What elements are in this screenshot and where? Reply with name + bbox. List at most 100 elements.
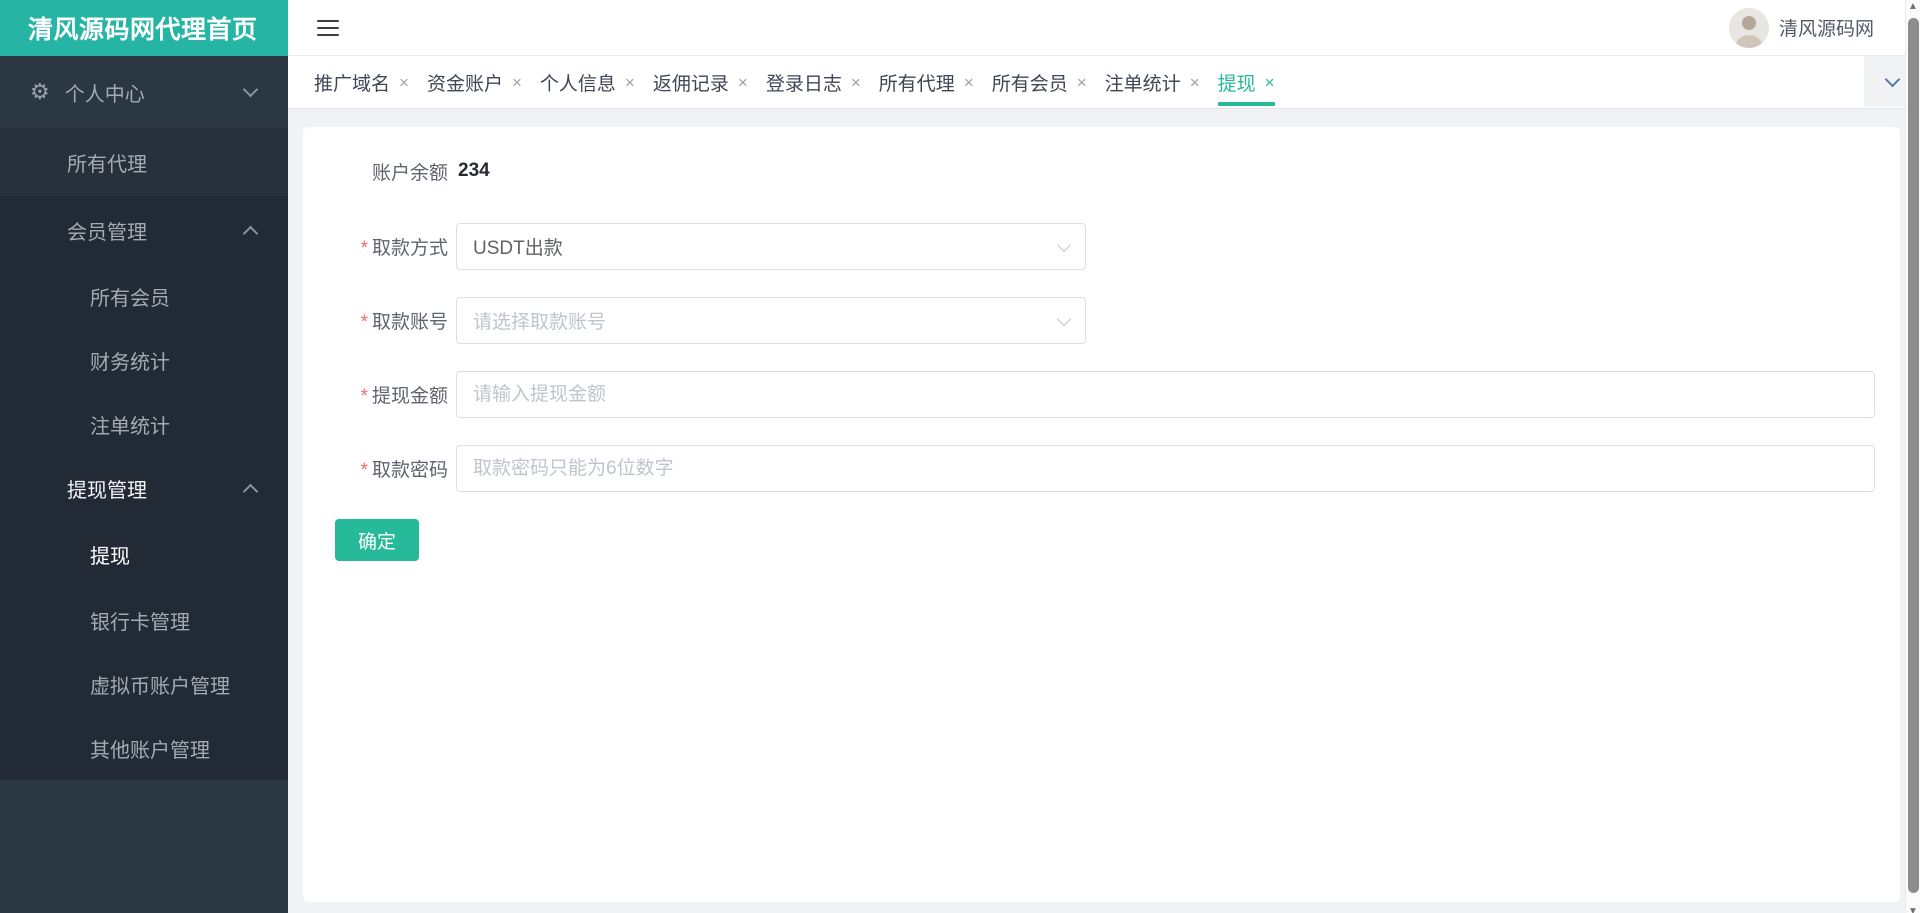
withdraw-password-input[interactable] <box>473 457 1858 480</box>
sidebar-item-withdraw[interactable]: 提现 <box>0 520 288 588</box>
tab-fund-account[interactable]: 资金账户 × <box>419 56 530 108</box>
avatar[interactable] <box>1728 7 1769 48</box>
balance-value: 234 <box>458 160 490 181</box>
withdraw-account-row: * 取款账号 请选择取款账号 <box>327 297 1875 344</box>
chevron-down-icon <box>1056 237 1072 252</box>
field-label: * 取款密码 <box>360 460 448 481</box>
tab-label: 返佣记录 <box>652 73 729 95</box>
sidebar-item-finance-stats[interactable]: 财务统计 <box>0 328 288 392</box>
top-header: 清风源码网 <box>288 0 1920 56</box>
withdraw-amount-input[interactable] <box>473 383 1858 406</box>
tab-withdraw[interactable]: 提现 × <box>1210 56 1283 108</box>
close-icon[interactable]: × <box>1190 74 1200 91</box>
withdraw-method-select[interactable]: USDT出款 <box>456 223 1086 270</box>
tab-label: 个人信息 <box>539 73 616 95</box>
tab-rebate-records[interactable]: 返佣记录 × <box>645 56 756 108</box>
logo-title[interactable]: 清风源码网代理首页 <box>0 0 288 56</box>
balance-row: 账户余额 234 <box>327 157 1875 185</box>
sidebar-item-label: 所有会员 <box>90 287 170 310</box>
sidebar-item-crypto-account-management[interactable]: 虚拟币账户管理 <box>0 652 288 716</box>
sidebar-item-bet-stats[interactable]: 注单统计 <box>0 392 288 456</box>
scrollbar-thumb[interactable] <box>1908 18 1919 893</box>
sidebar-item-bank-card-management[interactable]: 银行卡管理 <box>0 588 288 652</box>
tab-label: 所有会员 <box>991 73 1068 95</box>
confirm-button[interactable]: 确定 <box>335 519 419 561</box>
tab-bet-stats[interactable]: 注单统计 × <box>1097 56 1208 108</box>
sidebar-item-label: 财务统计 <box>90 351 170 374</box>
balance-label: 账户余额 <box>371 162 448 184</box>
close-icon[interactable]: × <box>399 74 409 91</box>
field-label: * 提现金额 <box>360 386 448 407</box>
select-placeholder: 请选择取款账号 <box>473 312 607 333</box>
required-mark: * <box>360 312 368 333</box>
close-icon[interactable]: × <box>625 74 635 91</box>
submit-row: 确定 <box>335 519 1875 561</box>
withdraw-account-select[interactable]: 请选择取款账号 <box>456 297 1086 344</box>
sidebar-item-member-management[interactable]: 会员管理 <box>0 196 288 264</box>
sidebar-item-label: 提现管理 <box>67 479 147 502</box>
vertical-scrollbar[interactable]: ▲ ▼ <box>1905 0 1920 913</box>
sidebar-item-label: 银行卡管理 <box>90 611 190 634</box>
required-mark: * <box>360 238 368 259</box>
tab-label: 登录日志 <box>765 73 842 95</box>
sidebar-item-label: 注单统计 <box>90 415 170 438</box>
sidebar-item-label: 会员管理 <box>67 221 147 244</box>
tab-personal-info[interactable]: 个人信息 × <box>532 56 643 108</box>
withdraw-method-row: * 取款方式 USDT出款 <box>327 223 1875 270</box>
chevron-up-icon <box>242 483 259 499</box>
sidebar-item-withdrawal-management[interactable]: 提现管理 <box>0 456 288 520</box>
close-icon[interactable]: × <box>1077 74 1087 91</box>
sidebar-item-all-members[interactable]: 所有会员 <box>0 264 288 328</box>
username-label: 清风源码网 <box>1778 19 1874 40</box>
sidebar-item-other-account-management[interactable]: 其他账户管理 <box>0 716 288 780</box>
required-mark: * <box>360 386 368 407</box>
close-icon[interactable]: × <box>851 74 861 91</box>
sidebar-item-all-agents[interactable]: 所有代理 <box>0 128 288 196</box>
tab-label: 注单统计 <box>1104 73 1181 95</box>
close-icon[interactable]: × <box>1265 74 1275 91</box>
user-menu[interactable]: 清风源码网 <box>1728 7 1874 48</box>
tab-all-agents[interactable]: 所有代理 × <box>871 56 982 108</box>
withdraw-password-field-wrap <box>456 445 1875 492</box>
chevron-down-icon <box>242 81 259 98</box>
sidebar-submenu-level1: 所有代理 <box>0 128 288 196</box>
tab-login-logs[interactable]: 登录日志 × <box>758 56 869 108</box>
required-mark: * <box>360 460 368 481</box>
close-icon[interactable]: × <box>964 74 974 91</box>
tab-all-members[interactable]: 所有会员 × <box>984 56 1095 108</box>
close-icon[interactable]: × <box>738 74 748 91</box>
field-label: * 取款方式 <box>360 238 448 259</box>
tab-label: 所有代理 <box>878 73 955 95</box>
tab-label: 推广域名 <box>314 73 391 95</box>
close-icon[interactable]: × <box>512 74 522 91</box>
content-area: 账户余额 234 * 取款方式 USDT出款 * 取款账号 请选择取款账号 * … <box>288 109 1920 913</box>
tab-bar: 推广域名 × 资金账户 × 个人信息 × 返佣记录 × 登录日志 × 所有代理 … <box>288 56 1920 109</box>
chevron-up-icon <box>242 225 259 241</box>
sidebar-item-label: 个人中心 <box>64 83 145 106</box>
sidebar-item-label: 所有代理 <box>67 153 147 176</box>
withdraw-amount-row: * 提现金额 <box>327 371 1875 418</box>
gear-icon: ⚙ <box>30 79 50 104</box>
sidebar: 清风源码网代理首页 ⚙ 个人中心 所有代理 会员管理 所有会员 财务统计 注单统… <box>0 0 288 913</box>
sidebar-submenu-level2: 会员管理 所有会员 财务统计 注单统计 提现管理 提现 银行卡管理 虚拟币账户管… <box>0 196 288 780</box>
scrollbar-down-arrow-icon[interactable]: ▼ <box>1906 906 1920 913</box>
tab-label: 资金账户 <box>426 73 503 95</box>
main-area: 清风源码网 推广域名 × 资金账户 × 个人信息 × 返佣记录 × 登录日志 ×… <box>288 0 1920 913</box>
withdraw-form-card: 账户余额 234 * 取款方式 USDT出款 * 取款账号 请选择取款账号 * … <box>303 127 1900 902</box>
tab-label: 提现 <box>1217 73 1256 95</box>
select-value: USDT出款 <box>473 238 563 259</box>
chevron-down-icon <box>1884 71 1900 87</box>
app-window: 清风源码网代理首页 ⚙ 个人中心 所有代理 会员管理 所有会员 财务统计 注单统… <box>0 0 1920 913</box>
withdraw-password-row: * 取款密码 <box>327 445 1875 492</box>
chevron-down-icon <box>1056 311 1072 326</box>
tab-promo-domain[interactable]: 推广域名 × <box>306 56 417 108</box>
withdraw-amount-field-wrap <box>456 371 1875 418</box>
scrollbar-up-arrow-icon[interactable]: ▲ <box>1906 1 1920 12</box>
sidebar-menu: ⚙ 个人中心 所有代理 会员管理 所有会员 财务统计 注单统计 提现管理 提现 … <box>0 56 288 913</box>
sidebar-item-label: 其他账户管理 <box>90 739 210 762</box>
hamburger-menu-icon[interactable] <box>317 19 339 36</box>
sidebar-item-label: 提现 <box>90 545 130 568</box>
sidebar-item-label: 虚拟币账户管理 <box>90 675 230 698</box>
field-label: * 取款账号 <box>360 312 448 333</box>
sidebar-item-personal-center[interactable]: ⚙ 个人中心 <box>0 56 288 128</box>
